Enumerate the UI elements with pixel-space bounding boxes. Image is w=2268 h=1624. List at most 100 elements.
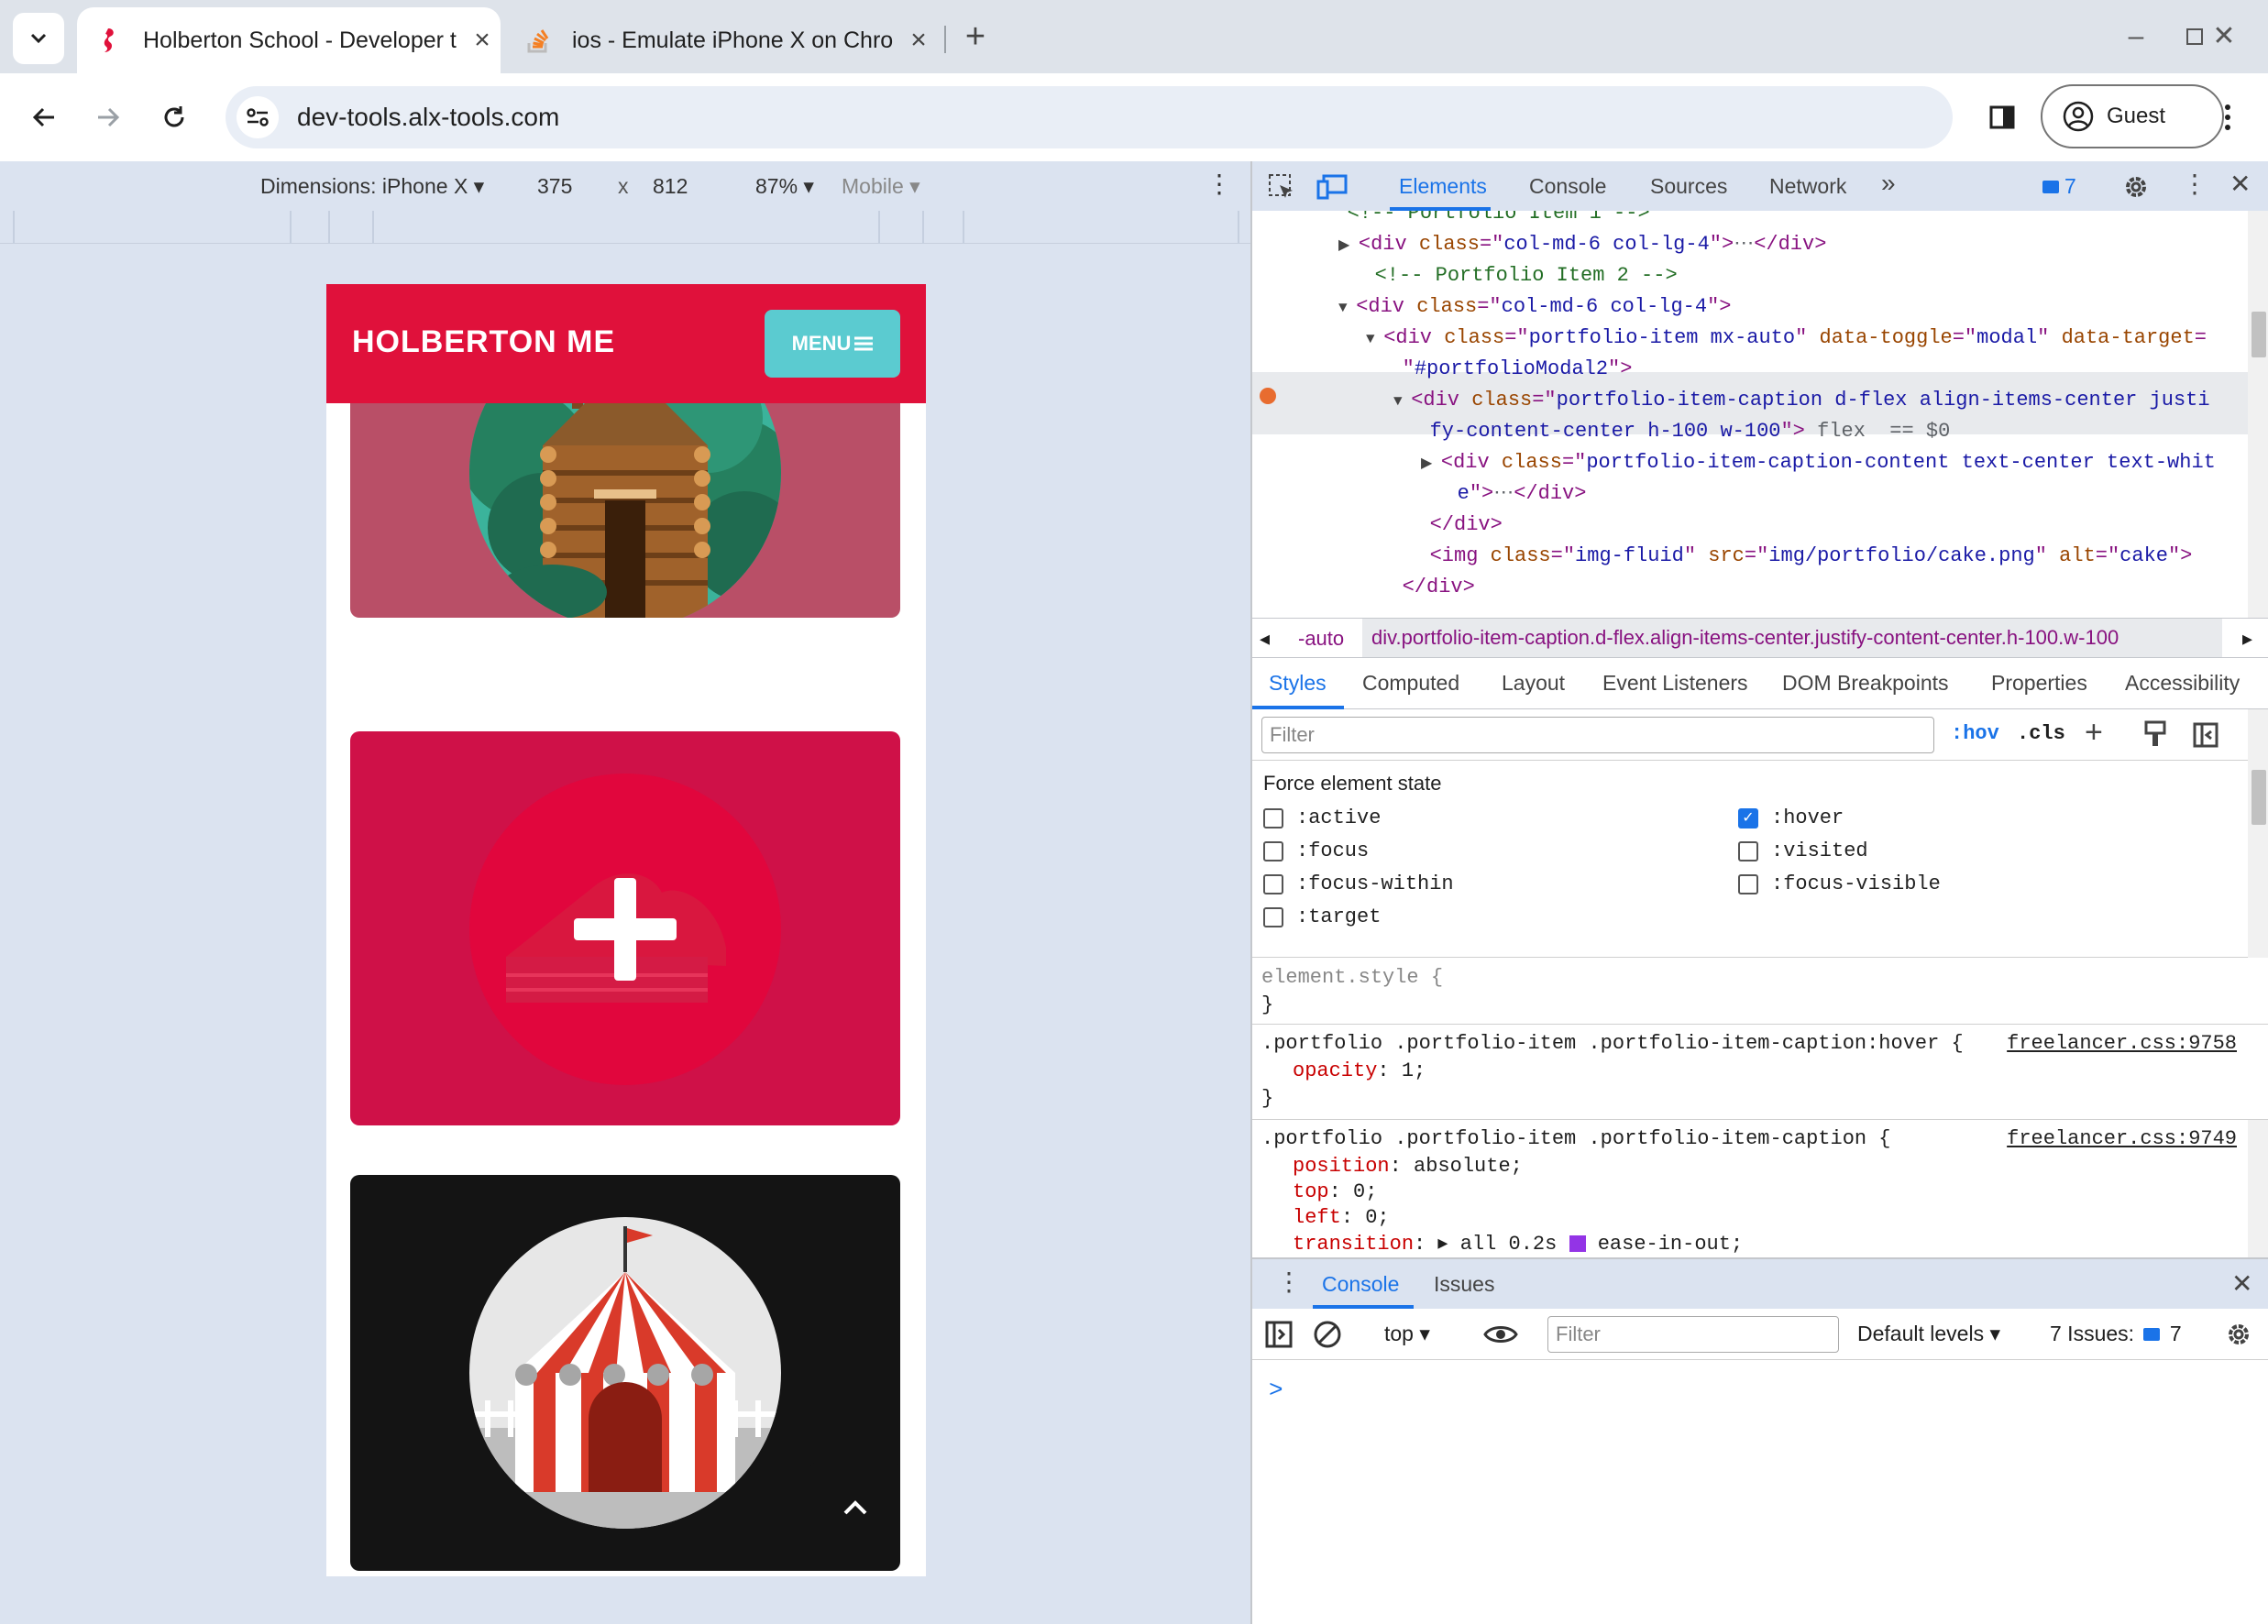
settings-gear-icon[interactable] xyxy=(2121,172,2151,202)
tab-event-listeners[interactable]: Event Listeners xyxy=(1602,671,1748,696)
console-filter-input[interactable]: Filter xyxy=(1547,1316,1839,1353)
state-target[interactable]: :target xyxy=(1263,905,1381,928)
rule-source-link[interactable]: freelancer.css:9758 xyxy=(2007,1032,2237,1055)
dom-node-line[interactable]: "#portfolioModal2"> xyxy=(1366,354,1633,385)
tab-accessibility[interactable]: Accessibility xyxy=(2125,671,2240,696)
browser-menu-button[interactable] xyxy=(2204,93,2251,141)
tab-search-button[interactable] xyxy=(13,13,64,64)
site-info-icon[interactable] xyxy=(237,96,279,138)
close-devtools-icon[interactable]: ✕ xyxy=(2229,169,2251,199)
state-hover[interactable]: ✓:hover xyxy=(1738,807,1844,829)
rule-declaration[interactable]: opacity: 1; xyxy=(1293,1059,1426,1082)
tab-network[interactable]: Network xyxy=(1769,174,1846,199)
portfolio-item-cake[interactable] xyxy=(350,731,900,1125)
issues-counter[interactable]: 7 xyxy=(2042,174,2076,199)
new-rule-icon[interactable]: + xyxy=(2085,715,2103,751)
cls-toggle[interactable]: .cls xyxy=(2017,722,2065,745)
eye-icon[interactable] xyxy=(1483,1322,1518,1346)
hov-toggle[interactable]: :hov xyxy=(1951,722,1999,745)
rule-source-link[interactable]: freelancer.css:9749 xyxy=(2007,1127,2237,1150)
close-tab-icon[interactable]: × xyxy=(900,25,937,56)
state-active[interactable]: :active xyxy=(1263,807,1381,829)
drawer-tab-issues[interactable]: Issues xyxy=(1434,1272,1494,1297)
close-tab-icon[interactable]: × xyxy=(464,25,501,56)
tab-properties[interactable]: Properties xyxy=(1991,671,2087,696)
breadcrumb-current[interactable]: div.portfolio-item-caption.d-flex.align-… xyxy=(1362,619,2222,657)
rule-declaration[interactable]: position: absolute; xyxy=(1293,1155,1523,1178)
state-focus-visible[interactable]: :focus-visible xyxy=(1738,872,1941,895)
dom-node-line[interactable]: ▼ <div class="portfolio-item mx-auto" da… xyxy=(1366,323,2207,354)
more-tabs-button[interactable]: » xyxy=(1881,169,1896,198)
console-issues-button[interactable]: 7 Issues: 7 xyxy=(2050,1322,2182,1346)
console-sidebar-icon[interactable] xyxy=(1265,1321,1293,1348)
breadcrumb-left-icon[interactable]: ◂ xyxy=(1260,627,1270,651)
close-window-icon[interactable]: ✕ xyxy=(2196,16,2251,57)
styles-filter-input[interactable]: Filter xyxy=(1261,717,1934,753)
clear-console-icon[interactable] xyxy=(1313,1320,1342,1349)
expand-arrow-icon[interactable]: ▼ xyxy=(1338,300,1356,316)
dom-node-line[interactable]: e">⋯</div> xyxy=(1421,478,1587,510)
dimensions-select[interactable]: Dimensions: iPhone X ▾ xyxy=(260,174,484,199)
sidebar-toggle-icon[interactable] xyxy=(2193,722,2218,748)
rule-declaration[interactable]: left: 0; xyxy=(1293,1206,1390,1229)
menu-button[interactable]: MENU xyxy=(765,310,900,378)
context-select[interactable]: top ▾ xyxy=(1384,1322,1430,1346)
throttle-select[interactable]: Mobile ▾ xyxy=(842,174,920,199)
tab-layout[interactable]: Layout xyxy=(1502,671,1565,696)
console-settings-icon[interactable] xyxy=(2224,1320,2253,1349)
dom-scrollbar[interactable] xyxy=(2248,211,2268,618)
tab-console[interactable]: Console xyxy=(1529,174,1606,199)
console-prompt[interactable]: > xyxy=(1269,1377,1283,1404)
paint-brush-icon[interactable] xyxy=(2143,720,2167,748)
new-tab-button[interactable]: + xyxy=(957,18,994,55)
breadcrumb-prev[interactable]: -auto xyxy=(1298,627,1344,651)
state-focus[interactable]: :focus xyxy=(1263,839,1369,862)
inspect-element-icon[interactable] xyxy=(1267,172,1296,202)
dom-node-line[interactable]: <!-- Portfolio Item 2 --> xyxy=(1338,260,1678,291)
back-button[interactable] xyxy=(20,93,68,141)
zoom-select[interactable]: 87% ▾ xyxy=(755,174,814,199)
tab-computed[interactable]: Computed xyxy=(1362,671,1459,696)
rule-declaration[interactable]: transition: ▸ all 0.2s ease-in-out; xyxy=(1293,1232,1743,1256)
height-input[interactable]: 812 xyxy=(653,174,688,199)
dom-node-line[interactable]: fy-content-center h-100 w-100"> flex == … xyxy=(1393,416,1951,447)
drawer-tab-console[interactable]: Console xyxy=(1322,1272,1399,1297)
scroll-to-top-button[interactable] xyxy=(810,1463,900,1553)
tab-stackoverflow[interactable]: ios - Emulate iPhone X on Chro × xyxy=(506,7,937,73)
tab-elements[interactable]: Elements xyxy=(1399,174,1487,199)
device-toggle-icon[interactable] xyxy=(1316,172,1348,202)
tab-sources[interactable]: Sources xyxy=(1650,174,1727,199)
width-input[interactable]: 375 xyxy=(537,174,572,199)
minimize-icon[interactable]: – xyxy=(2108,16,2163,57)
tab-dom-breakpoints[interactable]: DOM Breakpoints xyxy=(1782,671,1949,696)
log-levels-select[interactable]: Default levels ▾ xyxy=(1857,1322,2000,1346)
collapse-arrow-icon[interactable]: ▶ xyxy=(1421,455,1441,472)
close-drawer-icon[interactable]: ✕ xyxy=(2231,1268,2252,1299)
tab-styles[interactable]: Styles xyxy=(1269,671,1327,696)
dom-node-line[interactable]: ▼ <div class="col-md-6 col-lg-4"> xyxy=(1338,291,1731,323)
address-bar[interactable]: dev-tools.alx-tools.com xyxy=(226,86,1953,148)
device-more-icon[interactable]: ⋮ xyxy=(1206,169,1232,199)
dom-node-line[interactable]: </div> xyxy=(1393,510,1503,541)
dom-node-line[interactable]: ▶ <div class="col-md-6 col-lg-4">⋯</div> xyxy=(1338,229,1826,260)
rule-declaration[interactable]: top: 0; xyxy=(1293,1180,1377,1203)
dom-node-line[interactable]: ▶ <div class="portfolio-item-caption-con… xyxy=(1421,447,2216,478)
site-brand[interactable]: HOLBERTON ME xyxy=(352,324,615,360)
dom-node-line[interactable]: <!-- Portfolio Item 1 --> xyxy=(1311,211,1650,229)
expand-arrow-icon[interactable]: ▼ xyxy=(1393,393,1411,410)
devtools-more-icon[interactable]: ⋮ xyxy=(2182,169,2207,199)
dom-node-line[interactable]: ▼ <div class="portfolio-item-caption d-f… xyxy=(1393,385,2210,416)
state-focus-within[interactable]: :focus-within xyxy=(1263,872,1454,895)
breadcrumb-right-icon[interactable]: ▸ xyxy=(2242,627,2252,651)
tab-holberton[interactable]: Holberton School - Developer t × xyxy=(77,7,501,73)
drawer-menu-icon[interactable]: ⋮ xyxy=(1276,1267,1302,1297)
expand-arrow-icon[interactable]: ▼ xyxy=(1366,331,1383,347)
styles-scrollbar[interactable] xyxy=(2248,761,2268,958)
profile-button[interactable]: Guest xyxy=(2041,84,2224,148)
dom-node-line[interactable]: <img class="img-fluid" src="img/portfoli… xyxy=(1393,541,2193,572)
dom-node-line[interactable]: </div> xyxy=(1366,572,1475,603)
side-panel-button[interactable] xyxy=(1978,93,2026,141)
collapse-arrow-icon[interactable]: ▶ xyxy=(1338,237,1359,254)
reload-button[interactable] xyxy=(150,93,198,141)
state-visited[interactable]: :visited xyxy=(1738,839,1868,862)
